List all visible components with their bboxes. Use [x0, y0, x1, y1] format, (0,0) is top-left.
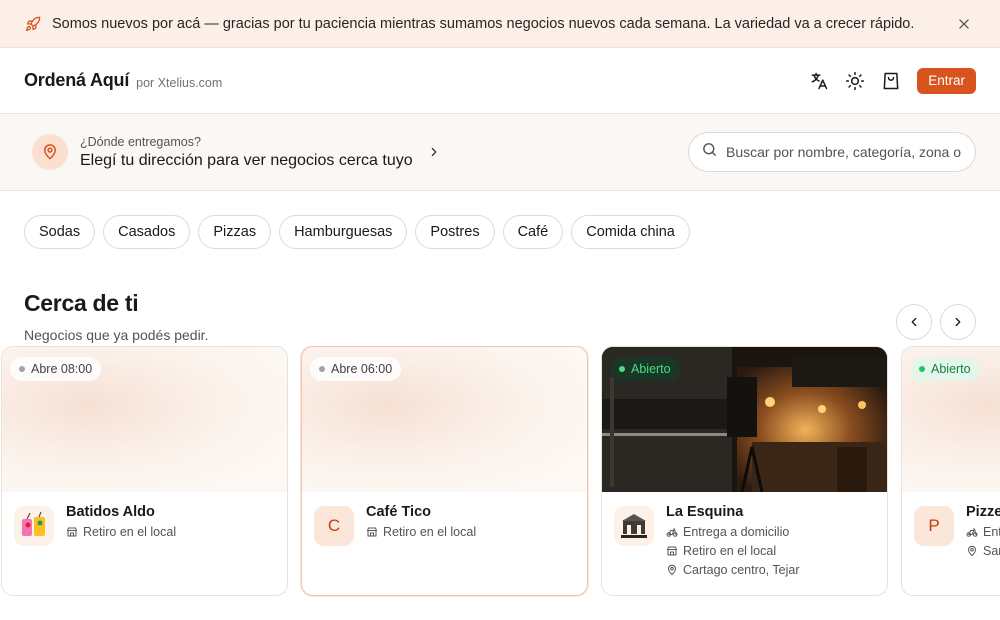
chip-comida-china[interactable]: Comida china: [571, 215, 690, 249]
address-question: ¿Dónde entregamos?: [80, 134, 201, 149]
choose-address-link[interactable]: ¿Dónde entregamos? Elegí tu dirección pa…: [80, 135, 413, 170]
chevron-left-icon: [911, 317, 917, 327]
chevron-right-icon: [955, 317, 961, 327]
brand-logo-text[interactable]: Ordená Aquí: [24, 70, 129, 91]
chip-hamburguesas[interactable]: Hamburguesas: [279, 215, 408, 249]
business-logo: [614, 506, 654, 546]
chip-pizzas[interactable]: Pizzas: [198, 215, 272, 249]
delivery-address-bar: ¿Dónde entregamos? Elegí tu dirección pa…: [0, 114, 1000, 191]
translate-icon[interactable]: [801, 63, 837, 99]
business-name: La Esquina: [666, 504, 744, 520]
business-cover: Abierto: [902, 347, 1000, 492]
pickup-option: Retiro en el local: [66, 525, 176, 539]
chevron-right-icon[interactable]: [427, 145, 441, 159]
store-icon: [367, 527, 377, 537]
status-badge: Abierto: [610, 357, 680, 381]
brand-by-line: por Xtelius.com: [136, 75, 223, 90]
status-badge: Abierto: [910, 357, 980, 381]
search-icon: [701, 141, 718, 163]
business-name: Batidos Aldo: [66, 504, 155, 520]
store-icon: [67, 527, 77, 537]
close-icon[interactable]: [952, 12, 976, 36]
rocket-icon: [24, 15, 42, 33]
pickup-option: Retiro en el local: [366, 525, 476, 539]
business-location: San: [966, 544, 1000, 558]
chip-sodas[interactable]: Sodas: [24, 215, 96, 249]
business-name: Café Tico: [366, 504, 432, 520]
business-location: Cartago centro, Tejar: [666, 563, 800, 577]
search-box[interactable]: [688, 132, 976, 172]
top-header: Ordená Aquí por Xtelius.com Entrar: [0, 48, 1000, 114]
nearby-section-header: Cerca de ti Negocios que ya podés pedir.: [0, 290, 1000, 343]
sun-icon[interactable]: [837, 63, 873, 99]
login-button[interactable]: Entrar: [917, 67, 976, 94]
location-pin-icon: [32, 134, 68, 170]
business-name: Pizzer: [966, 504, 1000, 520]
pin-icon: [968, 545, 976, 556]
section-subtitle: Negocios que ya podés pedir.: [24, 327, 209, 343]
status-badge: Abre 08:00: [10, 357, 102, 381]
chip-postres[interactable]: Postres: [415, 215, 495, 249]
announcement-banner: Somos nuevos por acá — gracias por tu pa…: [0, 0, 1000, 48]
section-title: Cerca de ti: [24, 290, 139, 316]
bike-icon: [966, 528, 978, 537]
banner-message: Somos nuevos por acá — gracias por tu pa…: [52, 15, 915, 32]
status-badge: Abre 06:00: [310, 357, 402, 381]
search-input[interactable]: [726, 144, 963, 160]
business-logo: [14, 506, 54, 546]
carousel-next-button[interactable]: [940, 304, 976, 340]
carousel-prev-button[interactable]: [896, 304, 932, 340]
delivery-option: Ent: [966, 525, 1000, 539]
business-cover: Abre 06:00: [302, 347, 587, 492]
pin-icon: [668, 564, 676, 575]
business-card[interactable]: Abre 06:00 C Café Tico Retiro en el loca…: [301, 346, 588, 596]
business-carousel: Abre 08:00 Batidos Aldo Retiro en el loc…: [0, 346, 1000, 598]
cart-icon[interactable]: [873, 63, 909, 99]
bike-icon: [666, 528, 678, 537]
business-card[interactable]: Abre 08:00 Batidos Aldo Retiro en el loc…: [1, 346, 288, 596]
business-cover: Abre 08:00: [2, 347, 287, 492]
delivery-option: Entrega a domicilio: [666, 525, 800, 539]
pickup-option: Retiro en el local: [666, 544, 800, 558]
chip-cafe[interactable]: Café: [502, 215, 564, 249]
business-card[interactable]: Abierto La Esquina Entrega a domicilio R…: [601, 346, 888, 596]
business-photo: Abierto: [602, 347, 887, 492]
business-card[interactable]: Abierto P Pizzer Ent San: [901, 346, 1000, 596]
business-initial: C: [314, 506, 354, 546]
address-prompt: Elegí tu dirección para ver negocios cer…: [80, 151, 413, 169]
business-initial: P: [914, 506, 954, 546]
category-chips: Sodas Casados Pizzas Hamburguesas Postre…: [0, 191, 1000, 249]
store-icon: [667, 546, 677, 556]
chip-casados[interactable]: Casados: [103, 215, 191, 249]
